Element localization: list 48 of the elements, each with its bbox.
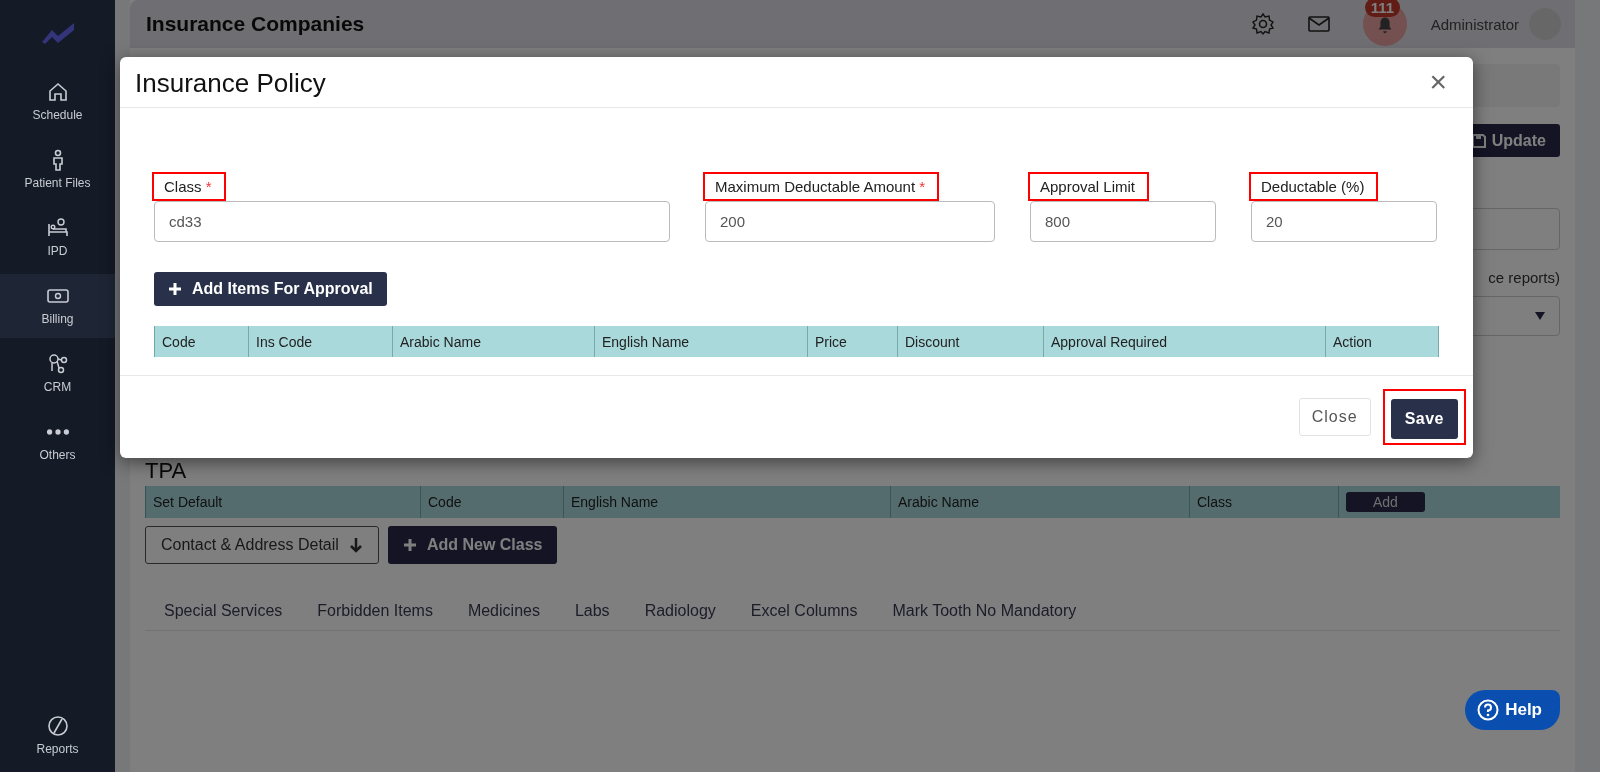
add-items-button[interactable]: Add Items For Approval xyxy=(154,272,387,306)
tab[interactable]: Labs xyxy=(558,592,629,630)
column-header: Arabic Name xyxy=(393,326,595,357)
column-header: Discount xyxy=(898,326,1044,357)
tab[interactable]: Special Services xyxy=(148,592,302,630)
column-header: Class xyxy=(1190,486,1339,518)
sidebar-item[interactable]: Others xyxy=(0,410,115,474)
column-header: Action xyxy=(1326,326,1439,357)
field-label: Deductable (%) xyxy=(1249,172,1379,201)
column-header: Set Default xyxy=(146,486,421,518)
tab[interactable]: Forbidden Items xyxy=(301,592,452,630)
sidebar-item[interactable]: Patient Files xyxy=(0,138,115,202)
column-header: Code xyxy=(155,326,249,357)
input-field[interactable]: 800 xyxy=(1030,201,1216,242)
help-button[interactable]: Help xyxy=(1465,690,1560,730)
close-button[interactable]: × xyxy=(1423,67,1453,97)
section-title: TPA xyxy=(145,458,188,485)
input-field[interactable]: 200 xyxy=(705,201,995,242)
column-header: English Name xyxy=(595,326,808,357)
dialog-title: Insurance Policy xyxy=(135,67,327,99)
field-label: ce reports) xyxy=(1488,269,1560,286)
tab[interactable]: Medicines xyxy=(451,592,559,630)
page-title: Insurance Companies xyxy=(146,12,366,36)
field-label: Approval Limit xyxy=(1028,172,1150,201)
add-class-button[interactable]: Add New Class xyxy=(387,526,558,564)
input-field[interactable]: cd33 xyxy=(154,201,670,242)
sidebar-item[interactable]: Reports xyxy=(0,704,115,768)
contact-detail-button[interactable]: Contact & Address Detail xyxy=(145,526,379,564)
column-header: Code xyxy=(421,486,564,518)
column-header: Ins Code xyxy=(249,326,393,357)
notification-count: 111 xyxy=(1364,0,1400,17)
add-button[interactable]: Add xyxy=(1346,492,1425,512)
sidebar-item[interactable]: Billing xyxy=(0,274,115,338)
tab[interactable]: Radiology xyxy=(628,592,735,630)
column-header: Arabic Name xyxy=(891,486,1190,518)
column-header: English Name xyxy=(564,486,891,518)
sidebar-item[interactable]: CRM xyxy=(0,342,115,406)
save-button[interactable]: Save xyxy=(1390,399,1458,439)
field-label: Class * xyxy=(152,172,226,201)
sidebar-item[interactable]: IPD xyxy=(0,206,115,270)
sidebar-item[interactable]: Schedule xyxy=(0,70,115,134)
close-button[interactable]: Close xyxy=(1298,398,1371,436)
tab[interactable]: Excel Columns xyxy=(734,592,877,630)
tab[interactable]: Mark Tooth No Mandatory xyxy=(876,592,1096,630)
field-label: Maximum Deductable Amount * xyxy=(703,172,940,201)
column-header: Price xyxy=(808,326,898,357)
input-field[interactable]: 20 xyxy=(1251,201,1437,242)
column-header: Approval Required xyxy=(1044,326,1326,357)
